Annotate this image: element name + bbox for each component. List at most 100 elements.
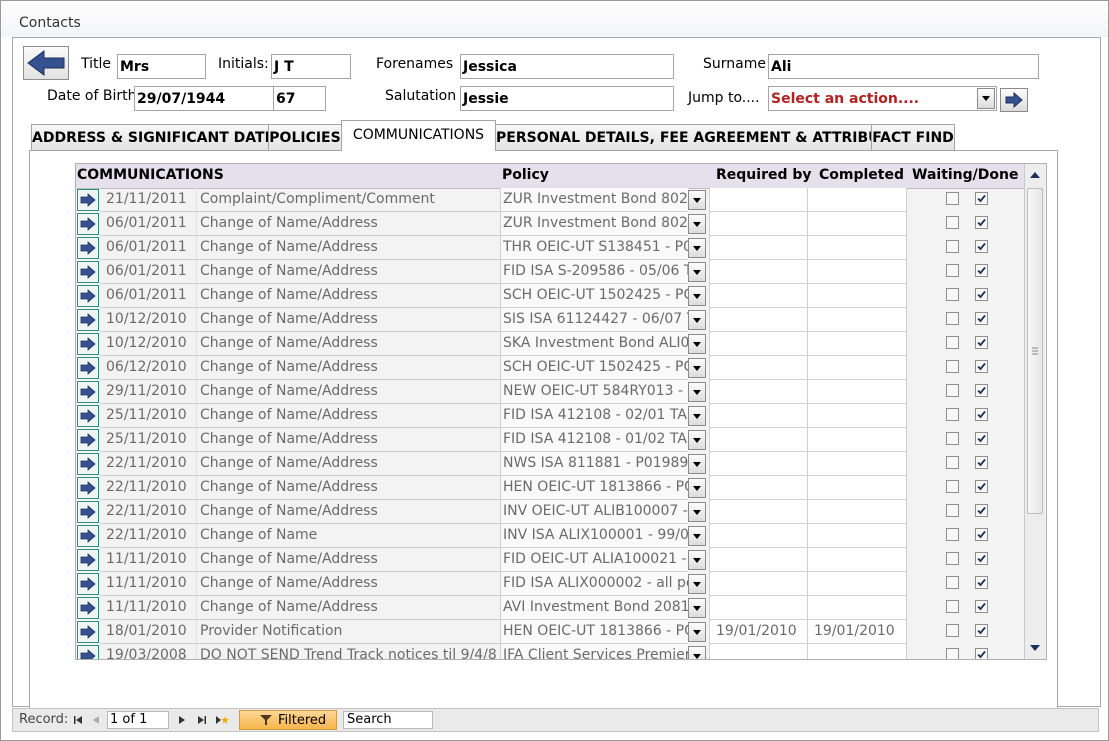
completed-cell[interactable] bbox=[808, 500, 907, 524]
done-checkbox[interactable] bbox=[975, 456, 988, 469]
policy-combo[interactable]: HEN OEIC-UT 1813866 - PC bbox=[500, 620, 688, 644]
open-communication-button[interactable] bbox=[77, 453, 99, 475]
completed-cell[interactable] bbox=[808, 308, 907, 332]
waiting-checkbox[interactable] bbox=[946, 552, 959, 565]
policy-dropdown-button[interactable] bbox=[688, 286, 706, 306]
waiting-checkbox[interactable] bbox=[946, 528, 959, 541]
completed-cell[interactable] bbox=[808, 260, 907, 284]
done-checkbox[interactable] bbox=[975, 264, 988, 277]
policy-dropdown-button[interactable] bbox=[688, 526, 706, 546]
done-checkbox[interactable] bbox=[975, 240, 988, 253]
required-by-cell[interactable] bbox=[709, 596, 808, 620]
forenames-field[interactable]: Jessica bbox=[460, 54, 674, 79]
policy-dropdown-button[interactable] bbox=[688, 190, 706, 210]
policy-dropdown-button[interactable] bbox=[688, 574, 706, 594]
policy-combo[interactable]: AVI Investment Bond 2081 bbox=[500, 596, 688, 620]
required-by-cell[interactable] bbox=[709, 500, 808, 524]
last-record-icon[interactable] bbox=[197, 715, 207, 725]
completed-cell[interactable] bbox=[808, 212, 907, 236]
initials-field[interactable]: J T bbox=[271, 54, 351, 79]
completed-cell[interactable]: 19/01/2010 bbox=[808, 620, 907, 644]
done-checkbox[interactable] bbox=[975, 360, 988, 373]
tab-policies[interactable]: POLICIES bbox=[268, 124, 342, 150]
waiting-checkbox[interactable] bbox=[946, 624, 959, 637]
required-by-cell[interactable] bbox=[709, 380, 808, 404]
waiting-checkbox[interactable] bbox=[946, 648, 959, 659]
filtered-toggle[interactable]: Filtered bbox=[239, 710, 337, 730]
required-by-cell[interactable] bbox=[709, 428, 808, 452]
jump-to-select[interactable]: Select an action.... bbox=[768, 86, 997, 111]
waiting-checkbox[interactable] bbox=[946, 192, 959, 205]
tab-fact-find[interactable]: FACT FIND bbox=[871, 124, 955, 150]
policy-dropdown-button[interactable] bbox=[688, 598, 706, 618]
completed-cell[interactable] bbox=[808, 428, 907, 452]
done-checkbox[interactable] bbox=[975, 480, 988, 493]
open-communication-button[interactable] bbox=[77, 285, 99, 307]
tab-address-significant-dates[interactable]: ADDRESS & SIGNIFICANT DATES bbox=[31, 124, 284, 150]
salutation-field[interactable]: Jessie bbox=[460, 86, 674, 111]
policy-combo[interactable]: FID ISA 412108 - 01/02 TA bbox=[500, 428, 688, 452]
required-by-cell[interactable] bbox=[709, 332, 808, 356]
scroll-down-button[interactable] bbox=[1025, 637, 1045, 659]
policy-dropdown-button[interactable] bbox=[688, 310, 706, 330]
done-checkbox[interactable] bbox=[975, 336, 988, 349]
policy-combo[interactable]: SKA Investment Bond ALI0 bbox=[500, 332, 688, 356]
jump-to-dropdown-button[interactable] bbox=[977, 88, 995, 109]
policy-combo[interactable]: ZUR Investment Bond 802- bbox=[500, 188, 688, 212]
policy-dropdown-button[interactable] bbox=[688, 262, 706, 282]
done-checkbox[interactable] bbox=[975, 504, 988, 517]
policy-dropdown-button[interactable] bbox=[688, 646, 706, 659]
policy-combo[interactable]: SCH OEIC-UT 1502425 - PC bbox=[500, 284, 688, 308]
waiting-checkbox[interactable] bbox=[946, 216, 959, 229]
policy-dropdown-button[interactable] bbox=[688, 622, 706, 642]
required-by-cell[interactable] bbox=[709, 212, 808, 236]
waiting-checkbox[interactable] bbox=[946, 456, 959, 469]
open-communication-button[interactable] bbox=[77, 237, 99, 259]
previous-record-icon[interactable] bbox=[91, 715, 101, 725]
policy-combo[interactable]: HEN OEIC-UT 1813866 - PC bbox=[500, 476, 688, 500]
policy-combo[interactable]: INV ISA ALIX100001 - 99/0 bbox=[500, 524, 688, 548]
completed-cell[interactable] bbox=[808, 332, 907, 356]
open-communication-button[interactable] bbox=[77, 525, 99, 547]
required-by-cell[interactable] bbox=[709, 308, 808, 332]
policy-dropdown-button[interactable] bbox=[688, 550, 706, 570]
policy-combo[interactable]: FID ISA 412108 - 02/01 TA bbox=[500, 404, 688, 428]
open-communication-button[interactable] bbox=[77, 213, 99, 235]
required-by-cell[interactable] bbox=[709, 356, 808, 380]
policy-dropdown-button[interactable] bbox=[688, 406, 706, 426]
required-by-cell[interactable] bbox=[709, 524, 808, 548]
open-communication-button[interactable] bbox=[77, 189, 99, 211]
dob-field[interactable]: 29/07/1944 bbox=[134, 86, 274, 111]
record-number-input[interactable]: 1 of 1 bbox=[107, 711, 169, 729]
policy-combo[interactable]: FID ISA S-209586 - 05/06 T bbox=[500, 260, 688, 284]
policy-combo[interactable]: NWS ISA 811881 - P01989 bbox=[500, 452, 688, 476]
waiting-checkbox[interactable] bbox=[946, 480, 959, 493]
waiting-checkbox[interactable] bbox=[946, 312, 959, 325]
next-record-icon[interactable] bbox=[177, 715, 187, 725]
open-communication-button[interactable] bbox=[77, 261, 99, 283]
waiting-checkbox[interactable] bbox=[946, 408, 959, 421]
required-by-cell[interactable] bbox=[709, 644, 808, 659]
policy-dropdown-button[interactable] bbox=[688, 430, 706, 450]
search-input[interactable]: Search bbox=[343, 711, 433, 729]
open-communication-button[interactable] bbox=[77, 573, 99, 595]
completed-cell[interactable] bbox=[808, 524, 907, 548]
policy-dropdown-button[interactable] bbox=[688, 214, 706, 234]
policy-combo[interactable]: IFA Client Services Premier bbox=[500, 644, 688, 659]
required-by-cell[interactable] bbox=[709, 404, 808, 428]
open-communication-button[interactable] bbox=[77, 549, 99, 571]
required-by-cell[interactable] bbox=[709, 476, 808, 500]
policy-combo[interactable]: INV OEIC-UT ALIB100007 - bbox=[500, 500, 688, 524]
open-communication-button[interactable] bbox=[77, 333, 99, 355]
done-checkbox[interactable] bbox=[975, 528, 988, 541]
done-checkbox[interactable] bbox=[975, 552, 988, 565]
required-by-cell[interactable] bbox=[709, 572, 808, 596]
completed-cell[interactable] bbox=[808, 596, 907, 620]
policy-combo[interactable]: FID ISA ALIX000002 - all pc bbox=[500, 572, 688, 596]
required-by-cell[interactable] bbox=[709, 260, 808, 284]
required-by-cell[interactable] bbox=[709, 452, 808, 476]
required-by-cell[interactable]: 19/01/2010 bbox=[709, 620, 808, 644]
open-communication-button[interactable] bbox=[77, 405, 99, 427]
done-checkbox[interactable] bbox=[975, 624, 988, 637]
completed-cell[interactable] bbox=[808, 644, 907, 659]
